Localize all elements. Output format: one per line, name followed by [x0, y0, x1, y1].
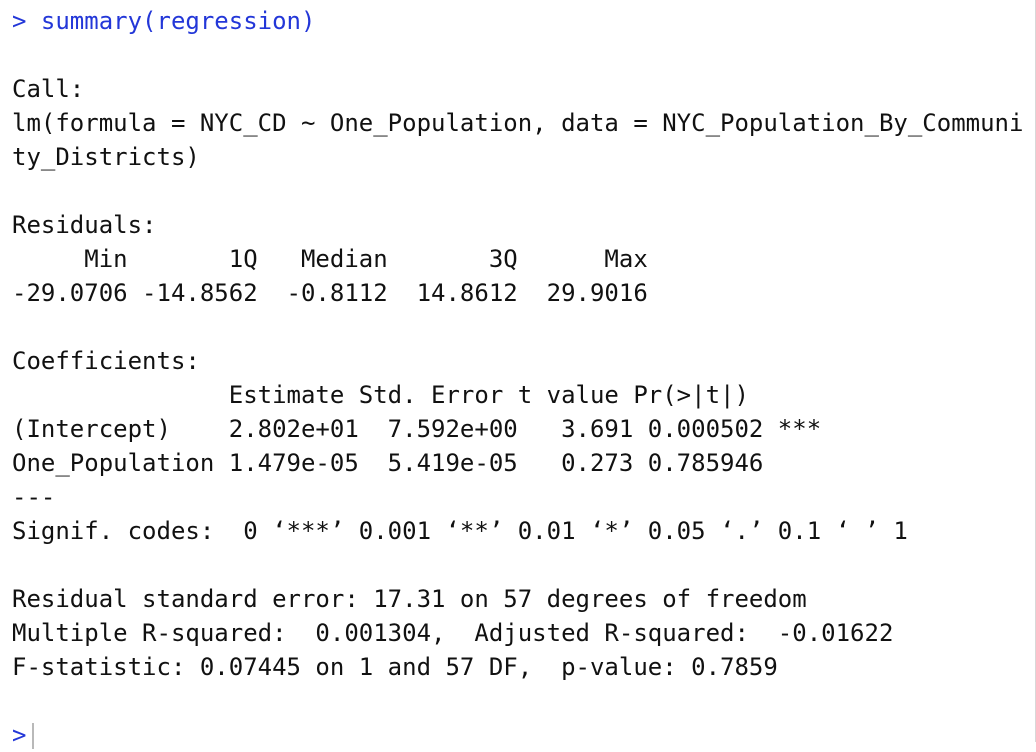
r-console: > summary(regression) Call: lm(formula =…: [0, 0, 1036, 749]
signif-codes-line: Signif. codes: 0 ‘***’ 0.001 ‘**’ 0.01 ‘…: [12, 517, 908, 545]
call-line-2: ty_Districts): [12, 143, 200, 171]
call-header: Call:: [12, 75, 85, 103]
separator-line: ---: [12, 483, 56, 511]
r-squared-line: Multiple R-squared: 0.001304, Adjusted R…: [12, 619, 908, 647]
coefficients-row-one-population: One_Population 1.479e-05 5.419e-05 0.273…: [12, 449, 822, 477]
f-statistic-line: F-statistic: 0.07445 on 1 and 57 DF, p-v…: [12, 653, 778, 681]
residuals-header: Residuals:: [12, 211, 157, 239]
coefficients-header: Coefficients:: [12, 347, 200, 375]
residuals-values: -29.0706 -14.8562 -0.8112 14.8612 29.901…: [12, 279, 663, 307]
command-text: summary(regression): [40, 7, 316, 35]
residual-standard-error-line: Residual standard error: 17.31 on 57 deg…: [12, 585, 807, 613]
call-line-1: lm(formula = NYC_CD ~ One_Population, da…: [12, 109, 1024, 137]
residuals-labels: Min 1Q Median 3Q Max: [12, 245, 663, 273]
command-line: > summary(regression): [12, 4, 1035, 38]
final-prompt-symbol: >: [12, 721, 27, 749]
input-line[interactable]: >: [12, 718, 1035, 752]
coefficients-row-intercept: (Intercept) 2.802e+01 7.592e+00 3.691 0.…: [12, 415, 822, 443]
text-cursor: [32, 723, 35, 749]
prompt-symbol: >: [12, 7, 27, 35]
coefficients-column-headers: Estimate Std. Error t value Pr(>|t|): [12, 381, 807, 409]
